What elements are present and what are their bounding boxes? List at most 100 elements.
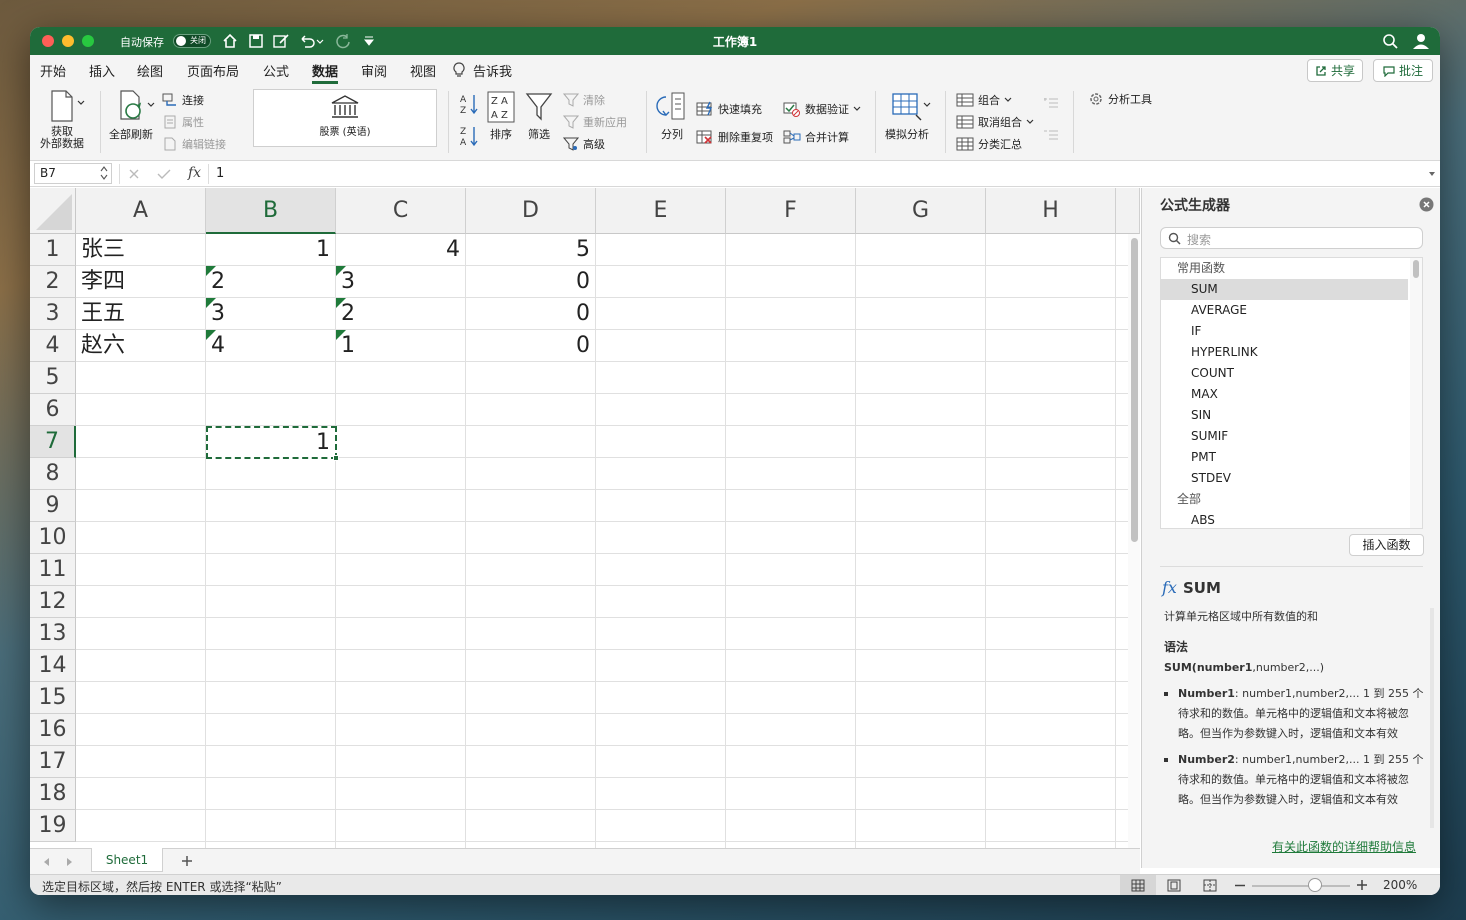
next-sheet-icon[interactable] [66, 857, 74, 867]
column-header-h[interactable]: H [986, 188, 1116, 234]
hide-detail-icon[interactable] [1043, 129, 1059, 141]
expand-formula-bar-icon[interactable] [1428, 171, 1436, 177]
row-header-1[interactable]: 1 [30, 234, 76, 266]
search-icon[interactable] [1382, 33, 1398, 49]
row-header-3[interactable]: 3 [30, 298, 76, 330]
cell-c1[interactable]: 4 [336, 234, 466, 266]
cell-b3[interactable]: 3 [206, 298, 336, 330]
account-icon[interactable] [1412, 32, 1430, 50]
zoom-level[interactable]: 200% [1383, 878, 1417, 892]
cell-c2[interactable]: 3 [336, 266, 466, 298]
zoom-in-icon[interactable] [1357, 880, 1367, 890]
what-if-analysis-button[interactable]: 模拟分析 [884, 91, 930, 142]
function-item-sum[interactable]: SUM [1191, 279, 1218, 300]
ungroup-button[interactable]: 取消组合 [956, 114, 1034, 130]
row-header-15[interactable]: 15 [30, 682, 76, 714]
subtotal-button[interactable]: 分类汇总 [956, 136, 1022, 152]
stepper-icon[interactable] [100, 166, 108, 180]
cell-b4[interactable]: 4 [206, 330, 336, 362]
function-item-count[interactable]: COUNT [1191, 363, 1234, 384]
tab-page-layout[interactable]: 页面布局 [187, 61, 239, 80]
function-item-pmt[interactable]: PMT [1191, 447, 1216, 468]
chevron-down-icon[interactable] [923, 102, 931, 108]
tell-me-search[interactable]: 告诉我 [473, 61, 512, 80]
column-header-e[interactable]: E [596, 188, 726, 234]
cell-c3[interactable]: 2 [336, 298, 466, 330]
row-header-6[interactable]: 6 [30, 394, 76, 426]
cell-b1[interactable]: 1 [206, 234, 336, 266]
function-group-all[interactable]: 全部 [1177, 489, 1201, 510]
cell-c4[interactable]: 1 [336, 330, 466, 362]
row-header-11[interactable]: 11 [30, 554, 76, 586]
column-header-b[interactable]: B [206, 188, 336, 234]
zoom-out-icon[interactable] [1235, 884, 1245, 887]
function-item-stdev[interactable]: STDEV [1191, 468, 1231, 489]
group-button[interactable]: 组合 [956, 92, 1012, 108]
row-header-5[interactable]: 5 [30, 362, 76, 394]
cell-a2[interactable]: 李四 [76, 266, 206, 298]
row-header-14[interactable]: 14 [30, 650, 76, 682]
row-header-2[interactable]: 2 [30, 266, 76, 298]
cancel-icon[interactable] [128, 168, 140, 180]
chevron-down-icon[interactable] [147, 102, 155, 108]
add-sheet-icon[interactable] [181, 855, 193, 867]
reapply-button[interactable]: 重新应用 [563, 114, 627, 130]
sheet-tab-sheet1[interactable]: Sheet1 [91, 848, 163, 872]
prev-sheet-icon[interactable] [42, 857, 50, 867]
share-button[interactable]: 共享 [1307, 59, 1363, 82]
fill-handle[interactable] [333, 455, 339, 461]
function-item-sumif[interactable]: SUMIF [1191, 426, 1228, 447]
cell-a1[interactable]: 张三 [76, 234, 206, 266]
zoom-slider-knob[interactable] [1308, 878, 1322, 892]
function-item-if[interactable]: IF [1191, 321, 1201, 342]
analysis-tools-button[interactable]: 分析工具 [1088, 91, 1152, 107]
row-header-10[interactable]: 10 [30, 522, 76, 554]
function-item-sin[interactable]: SIN [1191, 405, 1211, 426]
clear-button[interactable]: 清除 [563, 92, 605, 108]
connections-button[interactable]: 连接 [162, 92, 204, 108]
row-header-18[interactable]: 18 [30, 778, 76, 810]
row-header-13[interactable]: 13 [30, 618, 76, 650]
name-box[interactable]: B7 [34, 163, 112, 184]
cell-b2[interactable]: 2 [206, 266, 336, 298]
cell-d4[interactable]: 0 [466, 330, 596, 362]
tab-draw[interactable]: 绘图 [137, 61, 163, 80]
comments-button[interactable]: 批注 [1373, 59, 1433, 82]
cell-d3[interactable]: 0 [466, 298, 596, 330]
edit-links-button[interactable]: 编辑链接 [162, 136, 226, 152]
show-detail-icon[interactable] [1043, 97, 1059, 109]
row-header-7[interactable]: 7 [30, 426, 76, 458]
function-list-scrollbar[interactable] [1410, 258, 1422, 528]
row-header-16[interactable]: 16 [30, 714, 76, 746]
row-header-9[interactable]: 9 [30, 490, 76, 522]
stocks-data-type-button[interactable]: 股票 (英语) [253, 89, 437, 147]
data-validation-button[interactable]: 数据验证 [783, 101, 861, 117]
refresh-all-button[interactable]: 全部刷新 [106, 89, 156, 142]
properties-button[interactable]: 属性 [162, 114, 204, 130]
chevron-down-icon[interactable] [77, 100, 85, 106]
get-external-data-button[interactable]: 获取 外部数据 [40, 89, 84, 150]
remove-duplicates-button[interactable]: 删除重复项 [696, 129, 773, 145]
function-item-average[interactable]: AVERAGE [1191, 300, 1247, 321]
sort-descending-icon[interactable]: ZA [460, 125, 480, 147]
page-break-view-icon[interactable] [1203, 879, 1217, 892]
cell-a3[interactable]: 王五 [76, 298, 206, 330]
row-header-4[interactable]: 4 [30, 330, 76, 362]
row-header-17[interactable]: 17 [30, 746, 76, 778]
row-header-12[interactable]: 12 [30, 586, 76, 618]
function-item-max[interactable]: MAX [1191, 384, 1218, 405]
cell-d1[interactable]: 5 [466, 234, 596, 266]
cell-a4[interactable]: 赵六 [76, 330, 206, 362]
tab-data[interactable]: 数据 [312, 61, 338, 80]
function-help-link[interactable]: 有关此函数的详细帮助信息 [1272, 838, 1416, 855]
sort-button[interactable]: Z A A Z 排序 [486, 91, 516, 142]
column-header-c[interactable]: C [336, 188, 466, 234]
function-item-hyperlink[interactable]: HYPERLINK [1191, 342, 1258, 363]
sort-ascending-icon[interactable]: AZ [460, 93, 480, 115]
insert-function-button[interactable]: fx [188, 165, 201, 181]
cell-d2[interactable]: 0 [466, 266, 596, 298]
normal-view-button[interactable] [1120, 875, 1156, 895]
row-header-19[interactable]: 19 [30, 810, 76, 842]
filter-button[interactable]: 筛选 [524, 91, 554, 142]
function-group-common[interactable]: 常用函数 [1177, 258, 1225, 279]
